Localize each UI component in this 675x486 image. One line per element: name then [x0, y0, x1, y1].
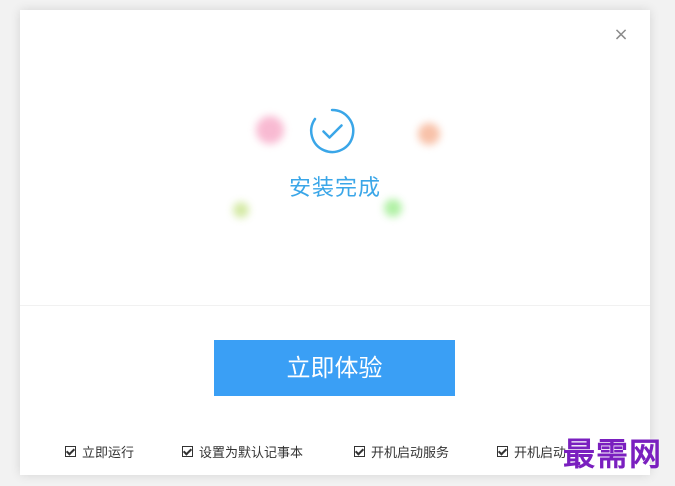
- try-now-button[interactable]: 立即体验: [214, 340, 455, 396]
- option-run-now-label: 立即运行: [82, 445, 135, 461]
- screen: × 安装完成 立即体验 立即运行 设置为默认记事本 开机启动服务 开机启动 最需…: [0, 0, 675, 486]
- actions-panel: 立即体验 立即运行 设置为默认记事本 开机启动服务 开机启动: [20, 306, 650, 475]
- checkbox-checked-icon[interactable]: [497, 445, 508, 457]
- option-startup-service[interactable]: 开机启动服务: [354, 439, 449, 463]
- check-circle-icon: [310, 108, 355, 154]
- close-icon[interactable]: ×: [610, 24, 632, 46]
- checkbox-checked-icon[interactable]: [65, 445, 76, 457]
- confetti-dot-pink: [256, 116, 284, 144]
- confetti-dot-orange: [418, 123, 440, 145]
- option-run-now[interactable]: 立即运行: [65, 439, 134, 463]
- status-panel: × 安装完成: [20, 10, 650, 306]
- install-complete-title: 安装完成: [288, 176, 381, 201]
- options-row: 立即运行 设置为默认记事本 开机启动服务 开机启动: [20, 439, 650, 463]
- checkbox-checked-icon[interactable]: [182, 445, 193, 457]
- confetti-dot-lime: [233, 202, 249, 218]
- option-set-default-notepad[interactable]: 设置为默认记事本: [182, 439, 303, 463]
- installer-dialog: × 安装完成 立即体验 立即运行 设置为默认记事本 开机启动服务 开机启动: [20, 10, 650, 475]
- checkbox-checked-icon[interactable]: [354, 445, 365, 457]
- option-launch-on-startup-label: 开机启动: [514, 445, 567, 461]
- option-startup-service-label: 开机启动服务: [371, 445, 450, 461]
- option-set-default-notepad-label: 设置为默认记事本: [199, 445, 304, 461]
- site-watermark: 最需网: [563, 435, 663, 473]
- option-launch-on-startup[interactable]: 开机启动: [497, 439, 566, 463]
